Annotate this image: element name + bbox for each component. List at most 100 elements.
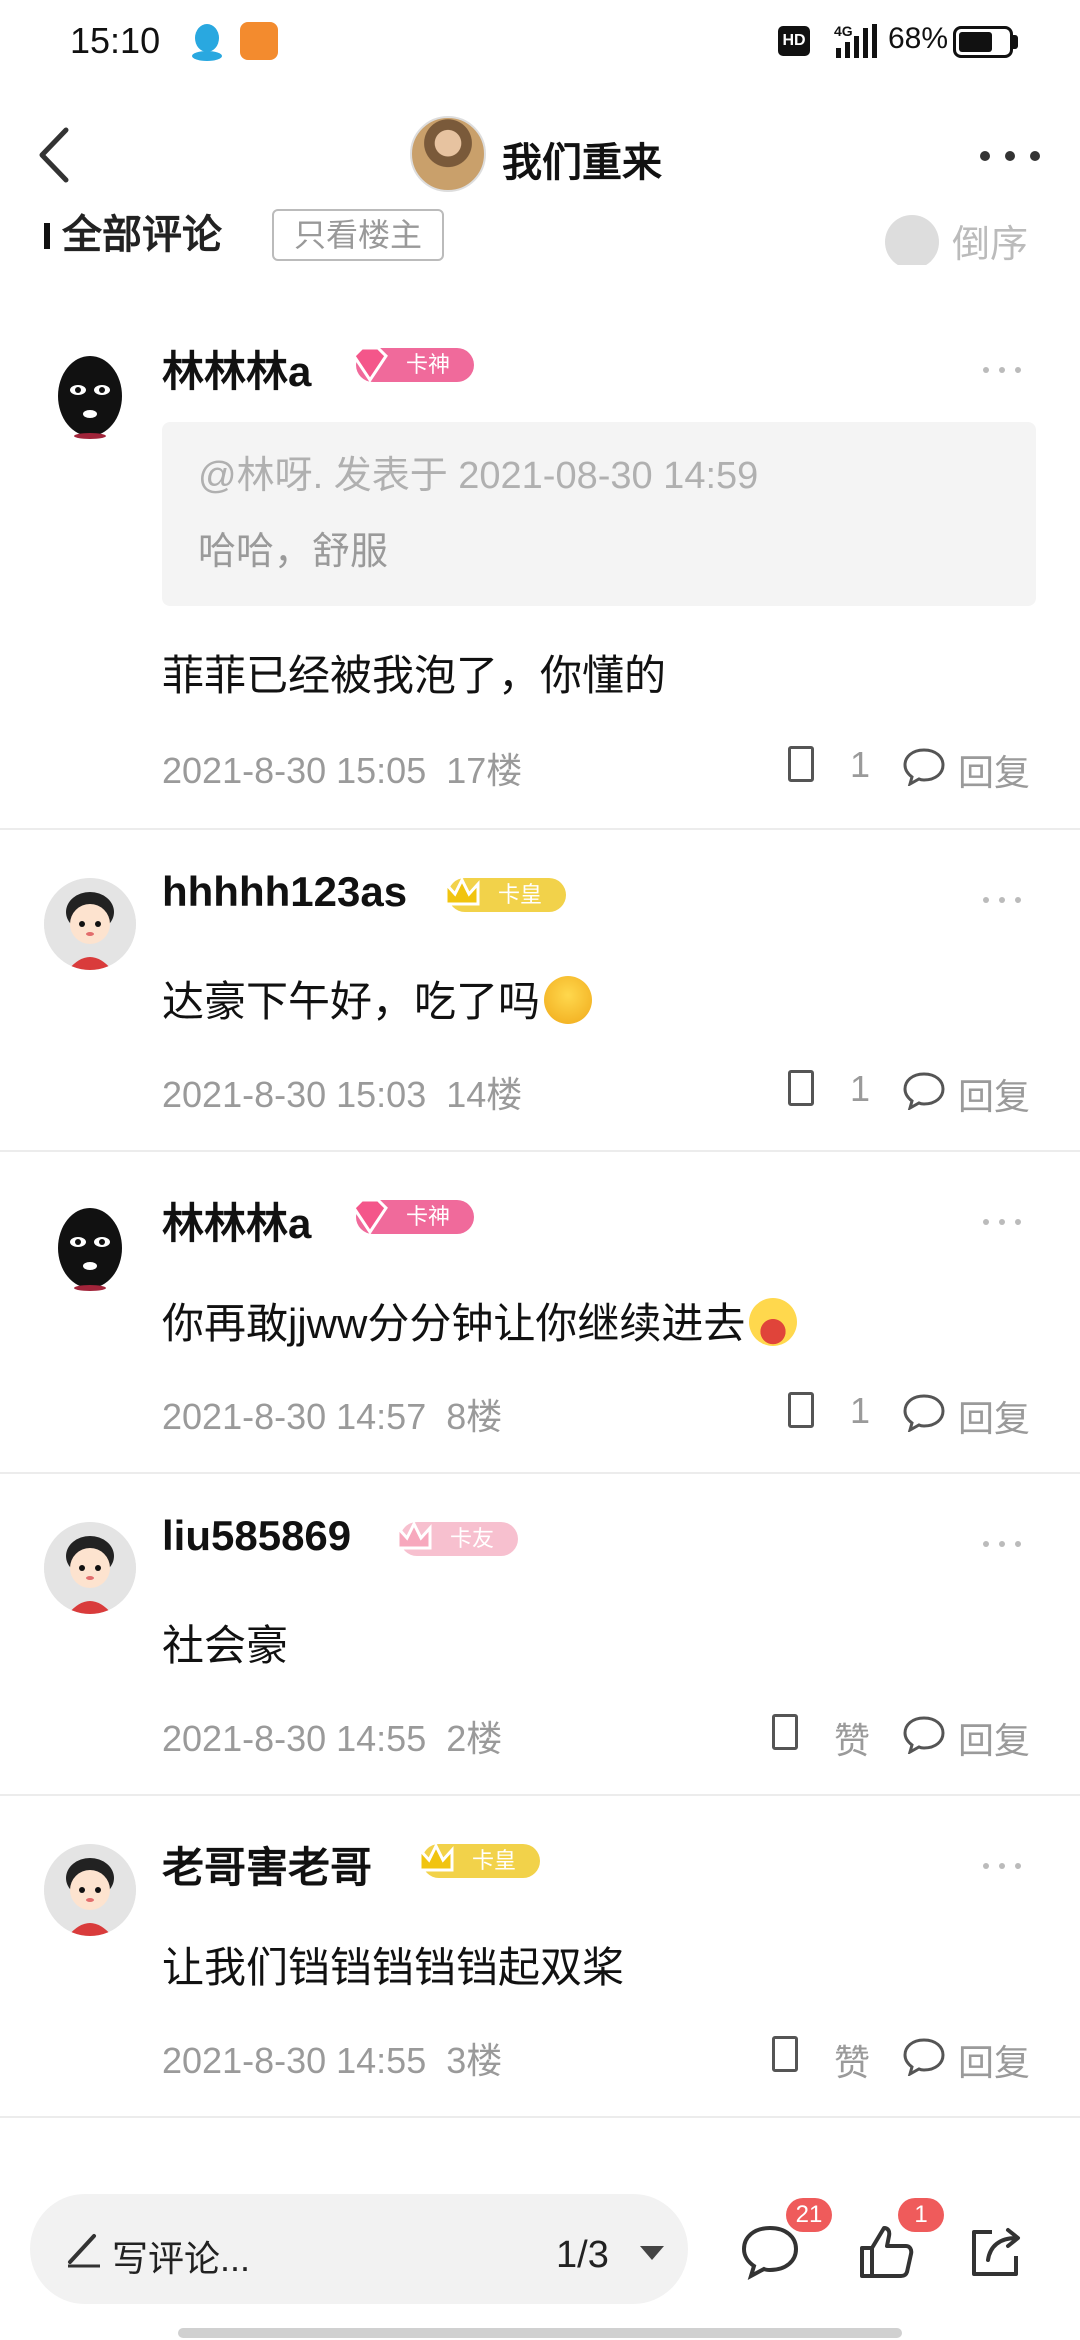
like-icon[interactable] [788,746,814,782]
comment-floor: 8楼 [446,1396,503,1437]
gem-icon [352,1198,388,1235]
comment-item: 老哥害老哥 卡皇 让我们铛铛铛铛铛起双桨 2021-8-30 14:55 3楼 … [0,1796,1080,2118]
like-button[interactable]: 赞 [834,1712,870,1764]
thinking-emoji-icon [544,976,593,1024]
thumbs-up-icon[interactable] [856,2222,916,2282]
comment-meta: 2021-8-30 15:03 14楼 [162,1066,522,1118]
comment-more-icon[interactable] [980,1858,1024,1874]
compose-placeholder: 写评论... [112,2238,251,2279]
like-icon[interactable] [772,2036,798,2072]
owner-only-button[interactable]: 只看楼主 [272,209,445,261]
comment-text-content: 你再敢jjww分分钟让你继续进去 [162,1300,746,1347]
reply-icon[interactable] [902,1070,946,1110]
back-icon[interactable] [22,120,92,190]
laughing-emoji-icon [749,1298,798,1346]
qq-icon [192,24,222,61]
reply-icon[interactable] [902,1392,946,1432]
comment-text: 社会豪 [162,1622,289,1669]
sort-label[interactable]: 倒序 [952,213,1028,265]
quoted-comment[interactable]: @林呀. 发表于 2021-08-30 14:59 哈哈，舒服 [162,422,1036,606]
comment-icon[interactable] [740,2222,800,2282]
like-count[interactable]: 1 [850,1068,870,1110]
gem-icon [352,346,388,383]
comment-more-icon[interactable] [980,892,1024,908]
avatar[interactable] [44,1200,136,1292]
sort-icon[interactable] [885,215,939,265]
battery-percent: 68% [888,22,949,55]
thread-avatar[interactable] [410,116,486,192]
comment-item: 林林林a 卡神 你再敢jjww分分钟让你继续进去 2021-8-30 14:57… [0,1152,1080,1474]
badge-label: 卡神 [405,352,450,377]
reply-button[interactable]: 回复 [958,1068,1030,1120]
avatar[interactable] [44,348,136,440]
badge-label: 卡皇 [497,882,542,907]
like-count-badge: 1 [898,2198,944,2232]
like-count[interactable]: 1 [850,744,870,786]
reply-button[interactable]: 回复 [958,744,1030,796]
like-icon[interactable] [788,1070,814,1106]
comment-floor: 17楼 [446,750,523,791]
uc-browser-icon [240,22,278,60]
like-button[interactable]: 赞 [834,2034,870,2086]
comment-text: 你再敢jjww分分钟让你继续进去 [162,1290,798,1351]
battery-icon [953,26,1013,58]
username[interactable]: 老哥害老哥 [162,1834,372,1895]
username[interactable]: 林林林a [162,338,311,399]
level-badge: 卡皇 [418,1842,540,1878]
username[interactable]: 林林林a [162,1190,311,1251]
reply-icon[interactable] [902,746,946,786]
avatar[interactable] [44,878,136,970]
page-title: 我们重来 [502,141,662,185]
reply-button[interactable]: 回复 [958,2034,1030,2086]
all-comments-tab[interactable]: 全部评论 [62,207,222,263]
comment-time: 2021-8-30 14:55 [162,1718,427,1759]
comment-more-icon[interactable] [980,362,1024,378]
like-icon[interactable] [772,1714,798,1750]
compose-input[interactable]: 写评论... 1/3 [30,2194,688,2304]
comment-floor: 3楼 [446,2040,503,2081]
title-bar: 我们重来 [0,100,1080,210]
comment-text: 让我们铛铛铛铛铛起双桨 [162,1944,625,1991]
comment-meta: 2021-8-30 14:57 8楼 [162,1388,502,1440]
page-dropdown-icon[interactable] [640,2246,664,2260]
avatar[interactable] [44,1522,136,1614]
comment-floor: 2楼 [446,1718,503,1759]
avatar[interactable] [44,1844,136,1936]
level-badge: 卡友 [396,1520,518,1556]
level-badge: 卡皇 [444,876,566,912]
status-time: 15:10 [70,20,161,61]
level-badge: 卡神 [352,1198,474,1235]
badge-label: 卡皇 [471,1848,516,1873]
hd-icon: HD [778,26,810,56]
comment-meta: 2021-8-30 15:05 17楼 [162,742,522,794]
username[interactable]: hhhhh123as [162,868,407,916]
like-icon[interactable] [788,1392,814,1428]
crown-icon [444,876,480,906]
reply-button[interactable]: 回复 [958,1712,1030,1764]
comment-item: liu585869 卡友 社会豪 2021-8-30 14:55 2楼 赞 回复 [0,1474,1080,1796]
quote-text: 哈哈，舒服 [198,531,389,573]
more-icon[interactable] [975,138,1045,174]
bottom-bar: 写评论... 1/3 21 1 [0,2160,1080,2340]
share-icon[interactable] [966,2222,1026,2282]
comment-more-icon[interactable] [980,1536,1024,1552]
crown-icon [418,1842,454,1872]
signal-icon: 4G [834,23,877,58]
reply-button[interactable]: 回复 [958,1390,1030,1442]
pen-icon [68,2234,100,2268]
comment-more-icon[interactable] [980,1214,1024,1230]
page-indicator[interactable]: 1/3 [556,2234,609,2277]
comment-text: 达豪下午好，吃了吗 [162,968,593,1029]
comment-time: 2021-8-30 14:57 [162,1396,427,1437]
quote-meta: @林呀. 发表于 2021-08-30 14:59 [198,455,759,497]
comment-time: 2021-8-30 14:55 [162,2040,427,2081]
username[interactable]: liu585869 [162,1512,351,1560]
comment-meta: 2021-8-30 14:55 2楼 [162,1710,502,1762]
filter-accent-bar [44,223,50,249]
like-count[interactable]: 1 [850,1390,870,1432]
reply-icon[interactable] [902,2036,946,2076]
badge-label: 卡友 [449,1526,494,1551]
comment-filter-row: 全部评论 只看楼主 倒序 [0,205,1080,265]
home-indicator[interactable] [178,2328,902,2338]
reply-icon[interactable] [902,1714,946,1754]
